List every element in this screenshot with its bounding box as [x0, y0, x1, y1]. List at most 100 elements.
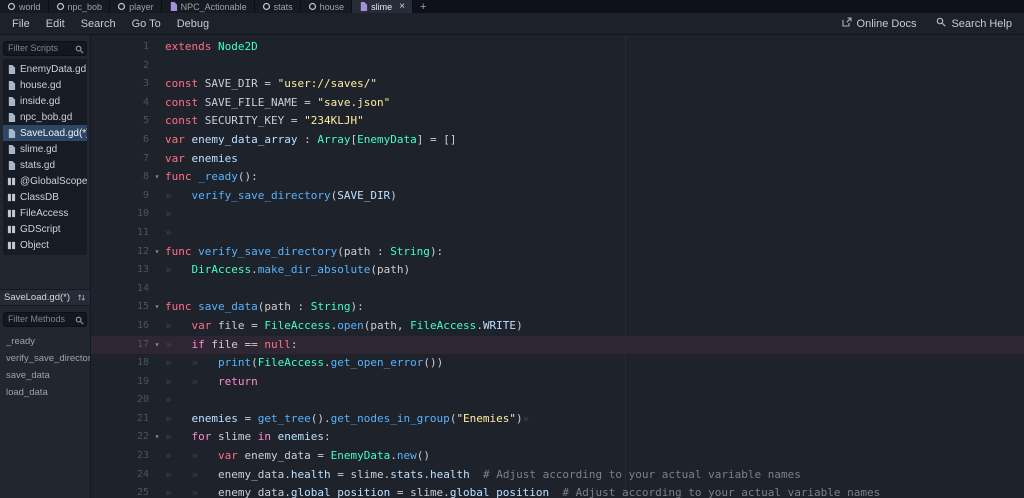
line-number: 4	[142, 96, 149, 108]
line-number: 15	[136, 301, 149, 313]
script-item-ClassDB[interactable]: ClassDB	[3, 189, 87, 205]
code-editor[interactable]: 1 extends Node2D 2 3 const SAVE_DIR = "user:…	[91, 35, 1024, 498]
code-line-21[interactable]: 21 » enemies = get_tree().get_nodes_in_gr…	[91, 410, 1024, 429]
scene-tab-stats[interactable]: stats	[254, 0, 301, 13]
scene-tab-label: slime	[371, 1, 393, 12]
scene-tab-label: world	[19, 1, 41, 12]
code-text: » » enemy_data.health = slime.stats.heal…	[165, 467, 801, 481]
node-icon	[262, 2, 271, 11]
code-text: »	[165, 393, 192, 407]
code-line-2[interactable]: 2	[91, 57, 1024, 76]
script-item-label: stats.gd	[20, 159, 56, 171]
scene-tab-slime[interactable]: slime ×	[352, 0, 414, 13]
script-icon	[7, 80, 16, 90]
script-item-EnemyData.gd[interactable]: EnemyData.gd	[3, 61, 87, 77]
script-item-SaveLoad.gd(*)[interactable]: SaveLoad.gd(*)	[3, 125, 87, 141]
code-line-5[interactable]: 5 const SECURITY_KEY = "234KLJH"	[91, 112, 1024, 131]
add-scene-tab-button[interactable]: +	[413, 0, 433, 13]
code-line-25[interactable]: 25 » » enemy_data.global_position = slime…	[91, 484, 1024, 498]
code-line-11[interactable]: 11 »	[91, 224, 1024, 243]
code-text: » DirAccess.make_dir_absolute(path)	[165, 263, 411, 277]
script-item-label: ClassDB	[20, 191, 59, 203]
code-line-4[interactable]: 4 const SAVE_FILE_NAME = "save.json"	[91, 94, 1024, 113]
code-line-18[interactable]: 18 » » print(FileAccess.get_open_error())	[91, 354, 1024, 373]
code-line-15[interactable]: 15 ▾ func save_data(path : String):	[91, 298, 1024, 317]
script-item-inside.gd[interactable]: inside.gd	[3, 93, 87, 109]
search-help-button[interactable]: Search Help	[928, 15, 1020, 32]
fold-arrow-icon[interactable]: ▾	[149, 243, 165, 262]
code-text: » for slime in enemies:	[165, 430, 331, 444]
code-text: func save_data(path : String):	[165, 300, 364, 314]
line-number: 23	[136, 450, 149, 462]
node-icon	[117, 2, 126, 11]
script-item-house.gd[interactable]: house.gd	[3, 77, 87, 93]
search-icon	[75, 312, 84, 330]
script-item-stats.gd[interactable]: stats.gd	[3, 157, 87, 173]
filter-methods-box	[3, 309, 87, 327]
external-link-icon	[841, 17, 852, 30]
code-text: » enemies = get_tree().get_nodes_in_grou…	[165, 411, 530, 425]
scene-tab-NPC_Actionable[interactable]: NPC_Actionable	[161, 0, 255, 13]
sort-methods-icon[interactable]	[77, 293, 86, 302]
line-number: 24	[136, 468, 149, 480]
script-item-label: house.gd	[20, 79, 62, 91]
menu-go-to[interactable]: Go To	[124, 16, 169, 32]
code-line-8[interactable]: 8 ▾ func _ready():	[91, 168, 1024, 187]
script-item-label: Object	[20, 239, 49, 251]
method-item-verify_save_directory[interactable]: verify_save_directory	[0, 350, 90, 367]
script-item-Object[interactable]: Object	[3, 237, 87, 253]
code-line-6[interactable]: 6 var enemy_data_array : Array[EnemyData]…	[91, 131, 1024, 150]
scene-tab-npc_bob[interactable]: npc_bob	[48, 0, 111, 13]
scene-tab-house[interactable]: house	[300, 0, 353, 13]
current-script-row[interactable]: SaveLoad.gd(*)	[0, 289, 90, 306]
script-item-npc_bob.gd[interactable]: npc_bob.gd	[3, 109, 87, 125]
code-line-19[interactable]: 19 » » return	[91, 373, 1024, 392]
code-text: »	[165, 225, 192, 239]
code-line-24[interactable]: 24 » » enemy_data.health = slime.stats.he…	[91, 466, 1024, 485]
menu-debug[interactable]: Debug	[169, 16, 217, 32]
search-icon	[75, 41, 84, 59]
code-text: » » enemy_data.global_position = slime.g…	[165, 486, 881, 498]
menu-edit[interactable]: Edit	[38, 16, 73, 32]
menu-file[interactable]: File	[4, 16, 38, 32]
scene-tab-world[interactable]: world	[0, 0, 49, 13]
code-line-22[interactable]: 22 ▾» for slime in enemies:	[91, 428, 1024, 447]
node-icon	[7, 2, 16, 11]
code-line-14[interactable]: 14	[91, 280, 1024, 299]
code-line-7[interactable]: 7 var enemies	[91, 150, 1024, 169]
scene-tab-player[interactable]: player	[110, 0, 162, 13]
code-line-16[interactable]: 16 » var file = FileAccess.open(path, Fil…	[91, 317, 1024, 336]
class-icon	[7, 225, 16, 234]
current-script-label: SaveLoad.gd(*)	[4, 292, 71, 303]
code-line-20[interactable]: 20 »	[91, 391, 1024, 410]
script-item-slime.gd[interactable]: slime.gd	[3, 141, 87, 157]
code-line-12[interactable]: 12 ▾ func verify_save_directory(path : Str…	[91, 243, 1024, 262]
code-line-13[interactable]: 13 » DirAccess.make_dir_absolute(path)	[91, 261, 1024, 280]
online-docs-button[interactable]: Online Docs	[834, 15, 925, 32]
method-item-load_data[interactable]: load_data	[0, 384, 90, 401]
script-item-label: EnemyData.gd	[20, 63, 87, 75]
scene-tab-label: player	[129, 1, 154, 12]
code-line-23[interactable]: 23 » » var enemy_data = EnemyData.new()	[91, 447, 1024, 466]
script-icon	[7, 160, 16, 170]
fold-arrow-icon[interactable]: ▾	[149, 336, 165, 355]
line-number: 16	[136, 319, 149, 331]
method-item-_ready[interactable]: _ready	[0, 333, 90, 350]
script-icon	[7, 128, 16, 138]
code-line-17[interactable]: 17 ▾» if file == null:	[91, 335, 1024, 355]
script-item-GDScript[interactable]: GDScript	[3, 221, 87, 237]
fold-arrow-icon[interactable]: ▾	[149, 298, 165, 317]
code-line-9[interactable]: 9 » verify_save_directory(SAVE_DIR)	[91, 187, 1024, 206]
menu-search[interactable]: Search	[73, 16, 124, 32]
code-line-3[interactable]: 3 const SAVE_DIR = "user://saves/"	[91, 75, 1024, 94]
fold-arrow-icon[interactable]: ▾	[149, 428, 165, 447]
code-line-1[interactable]: 1 extends Node2D	[91, 38, 1024, 57]
code-line-10[interactable]: 10 »	[91, 205, 1024, 224]
close-tab-icon[interactable]: ×	[399, 1, 405, 12]
script-item-FileAccess[interactable]: FileAccess	[3, 205, 87, 221]
method-item-save_data[interactable]: save_data	[0, 367, 90, 384]
script-item-@GlobalScope[interactable]: @GlobalScope	[3, 173, 87, 189]
fold-gutter	[149, 150, 165, 169]
scene-tab-label: stats	[273, 1, 293, 12]
fold-arrow-icon[interactable]: ▾	[149, 168, 165, 187]
